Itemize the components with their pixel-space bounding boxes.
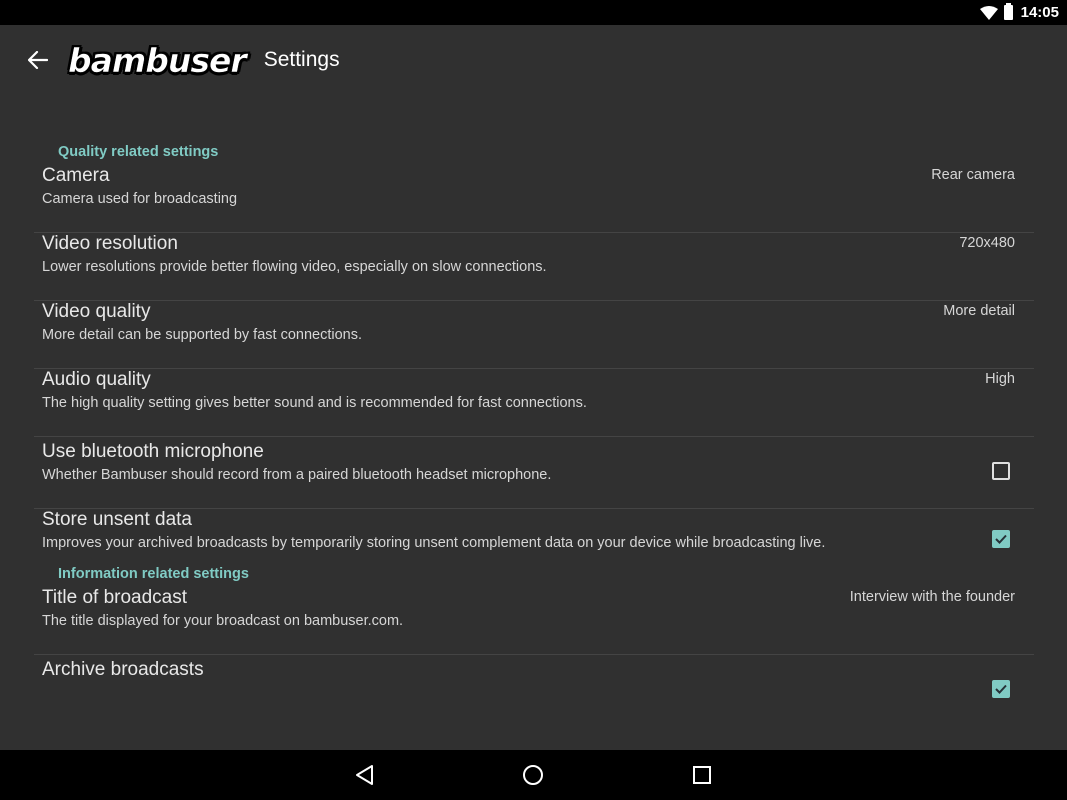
back-button[interactable] xyxy=(18,40,58,80)
pref-summary: Camera used for broadcasting xyxy=(42,191,238,207)
back-triangle-icon xyxy=(356,765,373,785)
checkmark-icon xyxy=(995,534,1007,544)
bambuser-logo: bambuser xyxy=(68,40,247,80)
bluetooth-microphone-checkbox[interactable] xyxy=(992,462,1010,480)
wifi-icon xyxy=(979,5,998,20)
nav-home-button[interactable] xyxy=(520,762,546,788)
pref-title: Camera xyxy=(42,165,110,186)
status-time: 14:05 xyxy=(1020,4,1059,21)
status-bar: 14:05 xyxy=(0,0,1067,25)
nav-recents-button[interactable] xyxy=(689,762,715,788)
pref-summary: Whether Bambuser should record from a pa… xyxy=(42,467,552,483)
home-circle-icon xyxy=(523,765,543,785)
app-bar: bambuser Settings xyxy=(0,25,1067,95)
arrow-left-icon xyxy=(28,51,48,69)
pref-value: Interview with the founder xyxy=(849,589,1015,605)
pref-title-of-broadcast[interactable]: Title of broadcast The title displayed f… xyxy=(34,587,1034,655)
pref-summary: The high quality setting gives better so… xyxy=(42,395,587,411)
archive-broadcasts-checkbox[interactable] xyxy=(992,680,1010,698)
pref-value: More detail xyxy=(943,303,1015,319)
recents-square-icon xyxy=(693,766,711,784)
battery-icon xyxy=(1003,3,1013,20)
pref-value: 720x480 xyxy=(959,235,1015,251)
pref-title: Title of broadcast xyxy=(42,587,188,608)
pref-camera[interactable]: Camera Camera used for broadcasting Rear… xyxy=(34,165,1034,233)
page-title: Settings xyxy=(263,48,340,71)
pref-bluetooth-microphone[interactable]: Use bluetooth microphone Whether Bambuse… xyxy=(34,441,1034,509)
pref-title: Video resolution xyxy=(42,233,178,254)
nav-back-button[interactable] xyxy=(352,762,378,788)
settings-list[interactable]: Quality related settings Camera Camera u… xyxy=(0,95,1067,720)
pref-summary: Improves your archived broadcasts by tem… xyxy=(42,535,826,551)
pref-summary: Lower resolutions provide better flowing… xyxy=(42,259,547,275)
pref-archive-broadcasts[interactable]: Archive broadcasts xyxy=(34,659,1034,720)
store-unsent-data-checkbox[interactable] xyxy=(992,530,1010,548)
pref-video-resolution[interactable]: Video resolution Lower resolutions provi… xyxy=(34,233,1034,301)
pref-summary: The title displayed for your broadcast o… xyxy=(42,613,404,629)
pref-title: Use bluetooth microphone xyxy=(42,441,264,462)
pref-title: Audio quality xyxy=(42,369,151,390)
category-quality: Quality related settings xyxy=(58,144,219,160)
pref-video-quality[interactable]: Video quality More detail can be support… xyxy=(34,301,1034,369)
pref-title: Video quality xyxy=(42,301,151,322)
pref-store-unsent-data[interactable]: Store unsent data Improves your archived… xyxy=(34,509,1034,577)
pref-value: Rear camera xyxy=(931,167,1015,183)
pref-summary: More detail can be supported by fast con… xyxy=(42,327,362,343)
pref-value: High xyxy=(985,371,1015,387)
checkmark-icon xyxy=(995,684,1007,694)
navigation-bar xyxy=(0,750,1067,800)
pref-title: Store unsent data xyxy=(42,509,192,530)
pref-title: Archive broadcasts xyxy=(42,659,204,680)
pref-audio-quality[interactable]: Audio quality The high quality setting g… xyxy=(34,369,1034,437)
